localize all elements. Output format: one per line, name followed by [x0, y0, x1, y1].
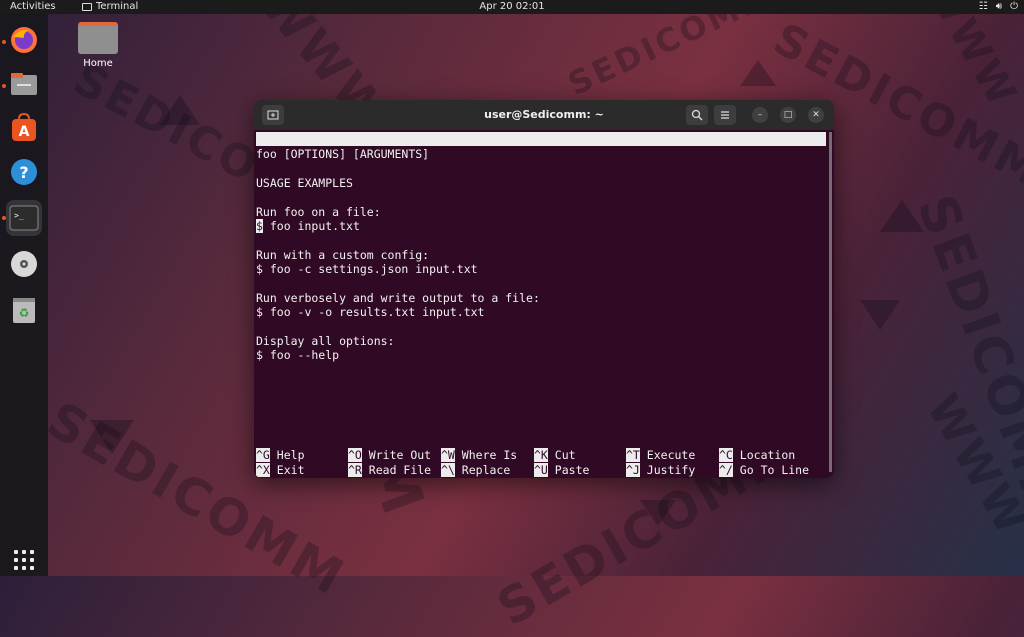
buffer-line: [256, 161, 826, 175]
buffer-line: foo [OPTIONS] [ARGUMENTS]: [256, 147, 430, 161]
buffer-line-cursor: $ foo input.txt: [256, 218, 826, 233]
shortcut-read-file: ^R Read File: [348, 463, 432, 477]
window-titlebar[interactable]: user@Sedicomm: ~ – □ ✕: [254, 100, 834, 130]
dock-disc[interactable]: [6, 246, 42, 282]
software-center-icon: A: [12, 113, 36, 141]
wallpaper-triangle: [860, 300, 900, 330]
buffer-line: $ foo --help: [256, 348, 340, 363]
disc-icon: [11, 251, 37, 277]
dock-firefox[interactable]: [6, 22, 42, 58]
dock-terminal[interactable]: >_: [6, 200, 42, 236]
text-cursor: $: [256, 218, 263, 233]
dock-files[interactable]: [6, 66, 42, 102]
cursor-line-rest: foo input.txt: [262, 218, 360, 233]
buffer-line: $ foo -v -o results.txt input.txt: [256, 305, 485, 320]
files-icon: [11, 73, 37, 95]
hamburger-menu-icon: [721, 111, 729, 119]
buffer-line: [256, 277, 826, 291]
buffer-line: [256, 233, 826, 247]
maximize-icon: □: [783, 110, 793, 120]
top-bar: Activities Terminal Apr 20 02:01 ☷ 🔊︎ ⏻: [0, 0, 1024, 14]
dock: A ? >_ ♻: [0, 14, 48, 576]
minimize-icon: –: [757, 110, 763, 120]
shortcut-location: ^C Location: [719, 448, 796, 462]
svg-text:>_: >_: [14, 211, 24, 220]
shortcut-replace: ^\ Replace: [441, 463, 511, 477]
shortcut-row-2: ^X Exit ^R Read File ^\ Replace ^U Paste…: [256, 463, 826, 477]
minimize-button[interactable]: –: [752, 107, 768, 123]
terminal-content[interactable]: GNU nano 6.2 /home/user/.config/cheat/ch…: [254, 130, 832, 478]
wallpaper-triangle: [90, 420, 134, 454]
desktop-home-folder[interactable]: Home: [74, 22, 122, 69]
svg-text:?: ?: [19, 163, 28, 182]
wallpaper-watermark: SEDICOMM: [905, 187, 1024, 533]
shortcut-help: ^G Help: [256, 448, 305, 462]
buffer-line: Run with a custom config:: [256, 247, 430, 262]
buffer-line: $ foo -c settings.json input.txt: [256, 262, 478, 277]
search-button[interactable]: [686, 105, 708, 125]
dock-trash[interactable]: ♻: [6, 292, 42, 328]
home-label: Home: [83, 58, 113, 69]
shortcut-where-is: ^W Where Is: [441, 448, 518, 462]
menu-button[interactable]: [714, 105, 736, 125]
shortcut-go-to-line: ^/ Go To Line: [719, 463, 810, 477]
buffer-line: Run verbosely and write output to a file…: [256, 290, 540, 305]
maximize-button[interactable]: □: [780, 107, 796, 123]
dock-software[interactable]: A: [6, 110, 42, 146]
shortcut-paste: ^U Paste: [534, 463, 590, 477]
shortcut-row-1: ^G Help ^O Write Out ^W Where Is ^K Cut …: [256, 448, 826, 462]
system-tray[interactable]: ☷ 🔊︎ ⏻: [979, 0, 1018, 14]
shortcut-execute: ^T Execute: [626, 448, 696, 462]
scrollbar[interactable]: [829, 132, 832, 472]
close-icon: ✕: [812, 110, 820, 120]
clock[interactable]: Apr 20 02:01: [0, 0, 1024, 14]
wallpaper-triangle: [160, 95, 200, 125]
buffer-line: Run foo on a file:: [256, 204, 381, 219]
wallpaper-triangle: [880, 200, 924, 232]
wallpaper-triangle: [640, 500, 676, 526]
wallpaper-watermark: WWW: [916, 385, 1024, 546]
wallpaper-watermark: SEDICOMM: [562, 0, 780, 104]
nano-header: GNU nano 6.2 /home/user/.config/cheat/ch…: [256, 132, 826, 174]
buffer-line: [256, 320, 826, 334]
help-icon: ?: [11, 159, 37, 185]
shortcut-justify: ^J Justify: [626, 463, 696, 477]
window-title: user@Sedicomm: ~: [484, 108, 604, 121]
wallpaper-watermark: WWW: [915, 0, 1024, 116]
power-icon: ⏻: [1010, 1, 1018, 12]
firefox-icon: [11, 27, 37, 53]
shortcut-cut: ^K Cut: [534, 448, 576, 462]
buffer-line: [256, 190, 826, 204]
folder-home-icon: [78, 22, 118, 54]
network-icon: ☷: [978, 1, 988, 12]
buffer-line: Display all options:: [256, 334, 395, 349]
close-button[interactable]: ✕: [808, 107, 824, 123]
svg-text:♻: ♻: [19, 306, 30, 320]
buffer-line: USAGE EXAMPLES: [256, 175, 353, 190]
editor-buffer[interactable]: foo [OPTIONS] [ARGUMENTS] USAGE EXAMPLES…: [256, 147, 826, 363]
volume-icon: 🔊︎: [995, 1, 1003, 12]
terminal-icon: >_: [9, 205, 39, 231]
show-apps-button[interactable]: [12, 548, 36, 572]
shortcut-write-out: ^O Write Out: [348, 448, 432, 462]
terminal-window[interactable]: user@Sedicomm: ~ – □ ✕ GNU nano 6.2 /hom…: [254, 100, 834, 478]
shortcut-exit: ^X Exit: [256, 463, 305, 477]
trash-icon: ♻: [13, 298, 35, 323]
search-icon: [691, 109, 703, 121]
wallpaper-triangle: [740, 60, 776, 86]
dock-help[interactable]: ?: [6, 154, 42, 190]
svg-text:A: A: [19, 124, 30, 140]
